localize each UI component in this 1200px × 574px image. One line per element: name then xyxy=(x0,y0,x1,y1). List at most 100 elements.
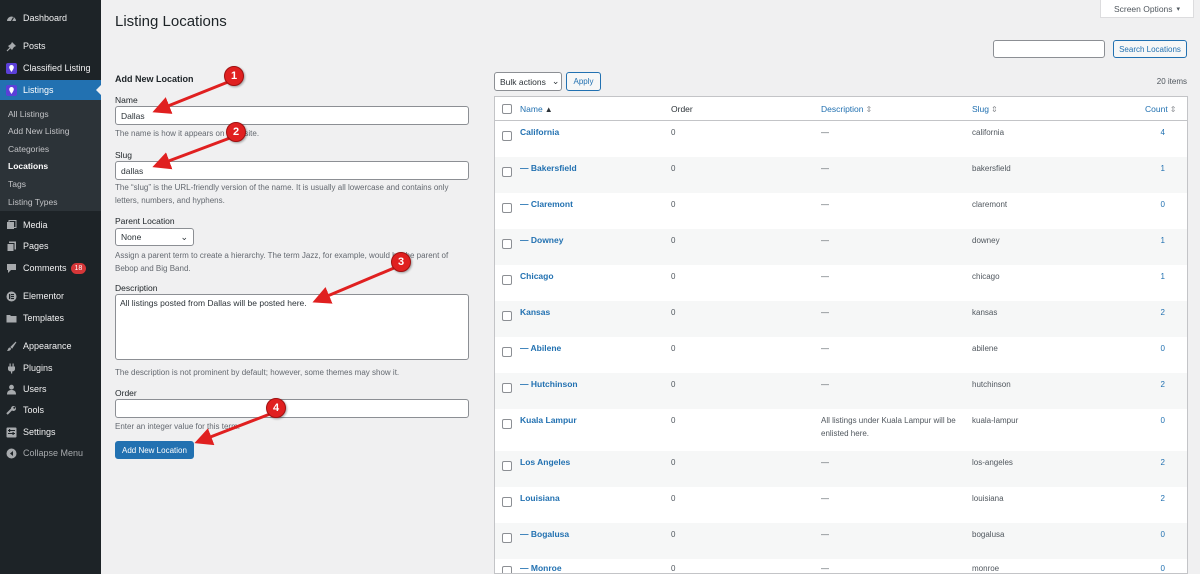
row-checkbox[interactable] xyxy=(502,203,512,213)
row-count-link[interactable]: 2 xyxy=(1135,456,1165,469)
row-count-link[interactable]: 1 xyxy=(1135,270,1165,283)
row-checkbox[interactable] xyxy=(502,131,512,141)
search-locations-button[interactable]: Search Locations xyxy=(1113,40,1187,58)
row-name-link[interactable]: Los Angeles xyxy=(520,456,570,469)
add-new-location-button[interactable]: Add New Location xyxy=(115,441,194,459)
folder-icon xyxy=(6,313,17,324)
row-checkbox[interactable] xyxy=(502,239,512,249)
row-description: All listings under Kuala Lampur will be … xyxy=(821,416,956,438)
bulk-actions-select[interactable]: Bulk actions ⌄ xyxy=(494,72,562,91)
settings-icon xyxy=(6,427,17,438)
row-name-link[interactable]: — Bogalusa xyxy=(520,528,569,541)
row-count-link[interactable]: 2 xyxy=(1135,378,1165,391)
slug-field[interactable]: dallas xyxy=(115,161,469,180)
row-name-link[interactable]: California xyxy=(520,126,559,139)
annotation-marker-2: 2 xyxy=(226,122,246,142)
submenu-locations[interactable]: Locations xyxy=(8,161,48,171)
row-slug: abilene xyxy=(972,344,998,353)
submenu-tags[interactable]: Tags xyxy=(8,179,26,189)
collapse-menu-button[interactable]: Collapse Menu xyxy=(0,443,101,463)
row-name-link[interactable]: Louisiana xyxy=(520,492,560,505)
menu-item-media[interactable]: Media xyxy=(0,215,101,235)
row-count-link[interactable]: 0 xyxy=(1135,342,1165,355)
screen-options-button[interactable]: Screen Options ▾ xyxy=(1100,0,1194,18)
listings-submenu: All Listings Add New Listing Categories … xyxy=(0,100,101,211)
menu-item-classified-listing[interactable]: Classified Listing xyxy=(0,58,101,78)
users-icon xyxy=(6,384,17,395)
menu-item-pages[interactable]: Pages xyxy=(0,236,101,256)
row-count-link[interactable]: 2 xyxy=(1135,492,1165,505)
row-name-link[interactable]: — Bakersfield xyxy=(520,162,577,175)
row-count-link[interactable]: 4 xyxy=(1135,126,1165,139)
column-label: Slug xyxy=(972,104,990,114)
item-count: 20 items xyxy=(1156,77,1187,86)
row-count-link[interactable]: 0 xyxy=(1135,414,1165,427)
menu-item-elementor[interactable]: Elementor xyxy=(0,286,101,306)
menu-item-dashboard[interactable]: Dashboard xyxy=(0,8,101,28)
row-slug: chicago xyxy=(972,272,1000,281)
row-name-link[interactable]: — Claremont xyxy=(520,198,573,211)
order-field[interactable] xyxy=(115,399,469,418)
menu-item-settings[interactable]: Settings xyxy=(0,422,101,442)
description-field[interactable]: All listings posted from Dallas will be … xyxy=(115,294,469,360)
menu-item-listings[interactable]: Listings xyxy=(0,80,101,100)
submenu-all-listings[interactable]: All Listings xyxy=(8,109,49,119)
row-count-link[interactable]: 1 xyxy=(1135,234,1165,247)
row-count-link[interactable]: 1 xyxy=(1135,162,1165,175)
apply-button[interactable]: Apply xyxy=(566,72,601,91)
row-slug: los-angeles xyxy=(972,458,1013,467)
menu-item-posts[interactable]: Posts xyxy=(0,36,101,56)
row-name-link[interactable]: — Downey xyxy=(520,234,563,247)
menu-item-templates[interactable]: Templates xyxy=(0,308,101,328)
row-checkbox[interactable] xyxy=(502,497,512,507)
submenu-categories[interactable]: Categories xyxy=(8,144,49,154)
column-header-count[interactable]: Count ⇕ xyxy=(1145,104,1176,114)
row-checkbox[interactable] xyxy=(502,533,512,543)
row-count-link[interactable]: 2 xyxy=(1135,306,1165,319)
row-count-link[interactable]: 0 xyxy=(1135,198,1165,211)
row-checkbox[interactable] xyxy=(502,419,512,429)
row-count-link[interactable]: 0 xyxy=(1135,528,1165,541)
menu-item-users[interactable]: Users xyxy=(0,379,101,399)
row-checkbox[interactable] xyxy=(502,461,512,471)
sort-icon: ⇕ xyxy=(865,105,873,114)
select-all-checkbox[interactable] xyxy=(502,104,512,114)
row-order: 0 xyxy=(671,236,676,245)
column-header-name[interactable]: Name ▲ xyxy=(520,104,553,114)
menu-item-tools[interactable]: Tools xyxy=(0,400,101,420)
row-name-link[interactable]: — Monroe xyxy=(520,562,562,573)
row-checkbox[interactable] xyxy=(502,311,512,321)
menu-label: Listings xyxy=(23,85,54,95)
submenu-add-new-listing[interactable]: Add New Listing xyxy=(8,126,69,136)
submenu-listing-types[interactable]: Listing Types xyxy=(8,197,57,207)
menu-item-plugins[interactable]: Plugins xyxy=(0,358,101,378)
row-name-link[interactable]: Chicago xyxy=(520,270,554,283)
admin-sidebar: Dashboard Posts Classified Listing Listi… xyxy=(0,0,101,574)
menu-item-comments[interactable]: Comments 18 xyxy=(0,258,101,278)
table-row: Los Angeles 0 — los-angeles 2 xyxy=(495,451,1187,487)
column-header-slug[interactable]: Slug ⇕ xyxy=(972,104,998,114)
menu-item-appearance[interactable]: Appearance xyxy=(0,336,101,356)
search-input[interactable] xyxy=(993,40,1105,58)
row-checkbox[interactable] xyxy=(502,383,512,393)
media-icon xyxy=(6,219,17,231)
row-checkbox[interactable] xyxy=(502,275,512,285)
row-checkbox[interactable] xyxy=(502,347,512,357)
location-pin-icon xyxy=(6,84,17,96)
row-description: — xyxy=(821,564,829,573)
row-count-link[interactable]: 0 xyxy=(1135,562,1165,573)
table-row: — Downey 0 — downey 1 xyxy=(495,229,1187,265)
name-field[interactable]: Dallas xyxy=(115,106,469,125)
column-header-description[interactable]: Description ⇕ xyxy=(821,104,872,114)
row-name-link[interactable]: — Abilene xyxy=(520,342,561,355)
row-description: — xyxy=(821,236,829,245)
comments-count-badge: 18 xyxy=(70,262,87,274)
name-label: Name xyxy=(115,95,138,105)
parent-location-select[interactable]: None ⌄ xyxy=(115,228,194,246)
row-name-link[interactable]: Kuala Lampur xyxy=(520,414,577,427)
collapse-icon xyxy=(6,448,17,459)
row-checkbox[interactable] xyxy=(502,566,512,573)
row-checkbox[interactable] xyxy=(502,167,512,177)
row-name-link[interactable]: — Hutchinson xyxy=(520,378,578,391)
row-name-link[interactable]: Kansas xyxy=(520,306,550,319)
